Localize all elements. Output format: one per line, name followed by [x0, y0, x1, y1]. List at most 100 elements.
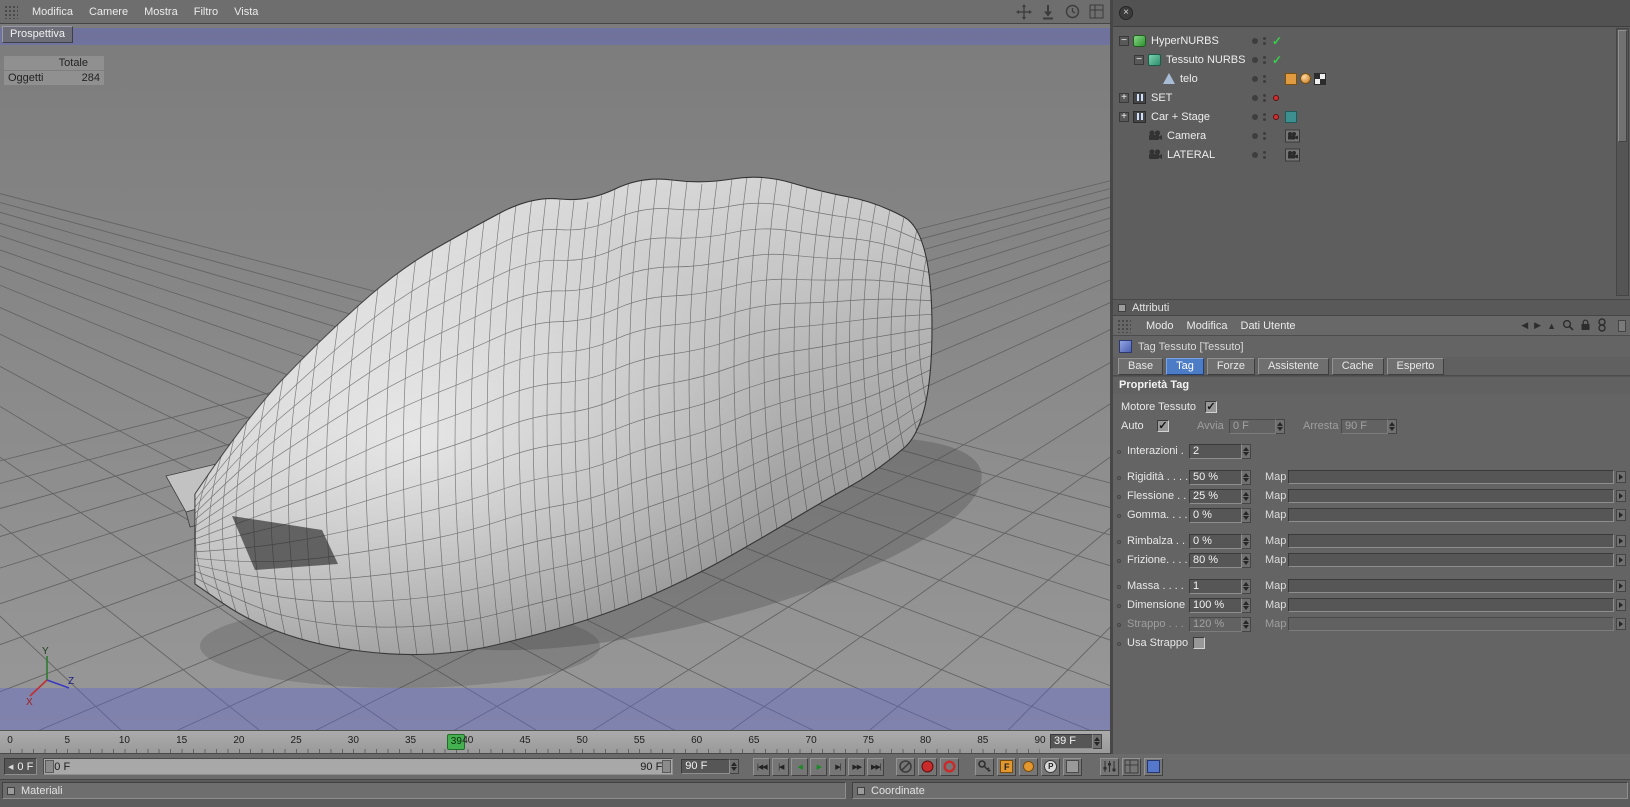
ruler-tick[interactable]: 5 — [64, 735, 70, 746]
layer-dot-icon[interactable] — [1252, 38, 1258, 44]
engine-checkbox[interactable] — [1205, 401, 1217, 413]
ruler-tick[interactable]: 75 — [863, 735, 874, 746]
expand-icon[interactable]: + — [1119, 112, 1129, 122]
stepper-icon[interactable] — [1093, 734, 1102, 749]
link-icon[interactable] — [1597, 318, 1607, 334]
disabled-red-dot-icon[interactable] — [1273, 114, 1279, 120]
map-arrow-icon[interactable] — [1616, 471, 1626, 483]
map-arrow-icon[interactable] — [1616, 580, 1626, 592]
prev-key-button[interactable]: |◀ — [772, 758, 789, 776]
value-field[interactable]: 2 — [1189, 444, 1251, 459]
value-field[interactable]: 1 — [1189, 579, 1251, 594]
deselect-keys-button[interactable] — [896, 758, 915, 776]
tab-tag[interactable]: Tag — [1166, 358, 1204, 375]
visibility-dots-icon[interactable] — [1263, 56, 1266, 64]
map-field[interactable] — [1288, 470, 1614, 484]
layout-window-button[interactable] — [1144, 758, 1163, 776]
camera-tag[interactable] — [1285, 148, 1300, 161]
menu-camere[interactable]: Camere — [81, 3, 136, 21]
enabled-check-icon[interactable]: ✓ — [1272, 53, 1282, 67]
object-row-hypernurbs[interactable]: −HyperNURBS✓ — [1113, 31, 1630, 50]
expand-icon[interactable]: + — [1119, 93, 1129, 103]
history-clock-icon[interactable] — [1063, 3, 1081, 21]
anim-dot-icon[interactable] — [1117, 450, 1121, 454]
play-backward-button[interactable]: ◀ — [791, 758, 808, 776]
object-row-lateral[interactable]: LATERAL — [1113, 145, 1630, 164]
object-label[interactable]: Camera — [1166, 130, 1206, 142]
drag-handle-icon[interactable] — [4, 5, 18, 19]
layer-dot-icon[interactable] — [1252, 133, 1258, 139]
compositing-tag[interactable] — [1314, 73, 1326, 85]
mixer-button[interactable] — [1100, 758, 1119, 776]
ruler-tick[interactable]: 10 — [119, 735, 130, 746]
object-row-set[interactable]: +SET — [1113, 88, 1630, 107]
tab-base[interactable]: Base — [1118, 358, 1163, 375]
map-field[interactable] — [1288, 489, 1614, 503]
map-field[interactable] — [1288, 598, 1614, 612]
object-row-tessuto-nurbs[interactable]: − Tessuto NURBS ✓ — [1113, 50, 1630, 69]
move-view-icon[interactable] — [1015, 3, 1033, 21]
timeline-ruler[interactable]: 39 39 F 05101520253035404550556065707580… — [0, 730, 1110, 754]
ruler-tick[interactable]: 55 — [634, 735, 645, 746]
value-field[interactable]: 0 % — [1189, 534, 1251, 549]
goto-end-button[interactable]: ▶▶| — [867, 758, 884, 776]
stepper-icon[interactable] — [1242, 470, 1251, 485]
ruler-tick[interactable]: 40 — [462, 735, 473, 746]
stepper-icon[interactable] — [1242, 553, 1251, 568]
menu-filtro[interactable]: Filtro — [186, 3, 226, 21]
map-arrow-icon[interactable] — [1616, 599, 1626, 611]
autokeying-button[interactable] — [940, 758, 959, 776]
viewport-camera-label[interactable]: Prospettiva — [2, 26, 73, 43]
map-arrow-icon[interactable] — [1616, 490, 1626, 502]
preview-range-slider[interactable]: 0 F 90 F — [43, 758, 673, 775]
dock-icon[interactable] — [1039, 3, 1057, 21]
up-triangle-icon[interactable]: ▲ — [1547, 321, 1556, 331]
frame-number-field[interactable]: 39 F — [1050, 734, 1102, 749]
collapse-icon[interactable]: − — [1134, 55, 1144, 65]
object-row-car-stage[interactable]: + Car + Stage — [1113, 107, 1630, 126]
param-checkbox[interactable] — [1193, 637, 1205, 649]
forward-icon[interactable]: ▶ — [1534, 320, 1541, 331]
attr-menu-dati-utente[interactable]: Dati Utente — [1239, 318, 1298, 334]
next-key-button[interactable]: ▶▶ — [848, 758, 865, 776]
visibility-dots-icon[interactable] — [1263, 132, 1266, 140]
material-tag[interactable] — [1300, 73, 1311, 84]
visibility-dots-icon[interactable] — [1263, 94, 1266, 102]
value-field[interactable]: 0 % — [1189, 508, 1251, 523]
drag-handle-icon[interactable] — [1117, 319, 1131, 333]
record-rotation-button[interactable] — [1019, 758, 1038, 776]
ruler-tick[interactable]: 85 — [977, 735, 988, 746]
goto-start-button[interactable]: |◀◀ — [753, 758, 770, 776]
panel-edge-icon[interactable] — [1618, 320, 1626, 332]
enabled-check-icon[interactable]: ✓ — [1272, 34, 1282, 48]
texture-tag[interactable] — [1285, 73, 1297, 85]
layer-dot-icon[interactable] — [1252, 152, 1258, 158]
object-label[interactable]: Tessuto NURBS — [1165, 54, 1245, 66]
visibility-dots-icon[interactable] — [1263, 151, 1266, 159]
menu-mostra[interactable]: Mostra — [136, 3, 186, 21]
object-label[interactable]: Car + Stage — [1150, 111, 1210, 123]
ruler-tick[interactable]: 45 — [519, 735, 530, 746]
layer-dot-icon[interactable] — [1252, 57, 1258, 63]
ruler-tick[interactable]: 80 — [920, 735, 931, 746]
ruler-tick[interactable]: 0 — [7, 735, 13, 746]
ruler-tick[interactable]: 65 — [748, 735, 759, 746]
back-icon[interactable]: ◀ — [1521, 320, 1528, 331]
value-field[interactable]: 25 % — [1189, 489, 1251, 504]
auto-checkbox[interactable] — [1157, 420, 1169, 432]
anim-dot-icon[interactable] — [1117, 623, 1121, 627]
ruler-tick[interactable]: 50 — [577, 735, 588, 746]
ruler-tick[interactable]: 60 — [691, 735, 702, 746]
layer-dot-icon[interactable] — [1252, 114, 1258, 120]
menu-modifica[interactable]: Modifica — [24, 3, 81, 21]
viewport-canvas[interactable] — [0, 24, 1110, 730]
tab-esperto[interactable]: Esperto — [1387, 358, 1445, 375]
layer-dot-icon[interactable] — [1252, 95, 1258, 101]
close-icon[interactable]: × — [1119, 6, 1133, 20]
ruler-tick[interactable]: 70 — [806, 735, 817, 746]
camera-tag[interactable] — [1285, 129, 1300, 142]
maximum-frame-field[interactable]: 90 F — [681, 759, 739, 774]
visibility-dots-icon[interactable] — [1263, 37, 1266, 45]
play-forward-button[interactable]: ▶ — [810, 758, 827, 776]
decrement-arrow-icon[interactable]: ◀ — [8, 763, 13, 771]
